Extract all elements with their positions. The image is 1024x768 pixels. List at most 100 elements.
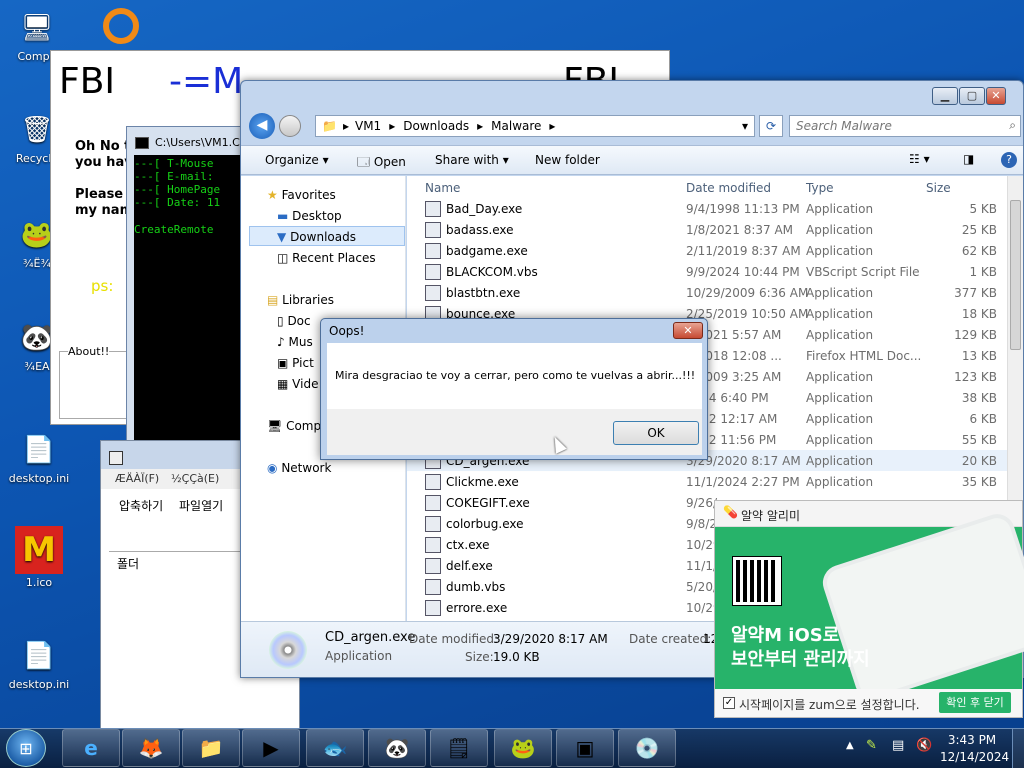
nav-music[interactable]: ♪ Mus xyxy=(277,335,313,349)
share-with-button[interactable]: Share with ▾ xyxy=(435,153,509,167)
minimize-button[interactable]: ▁ xyxy=(932,87,958,105)
col-date[interactable]: Date modified xyxy=(686,181,771,195)
ad-checkbox[interactable]: ✓ xyxy=(723,697,735,709)
nav-videos[interactable]: ▦ Vide xyxy=(277,377,318,391)
nav-label: Recent Places xyxy=(292,251,376,265)
back-button[interactable]: ◀ xyxy=(249,113,275,139)
taskbar-ie[interactable]: e xyxy=(62,729,120,767)
zip-menu-file[interactable]: ÆÄÀÏ(F) xyxy=(115,472,159,485)
taskbar-app-5[interactable]: 🐟 xyxy=(306,729,364,767)
nav-computer[interactable]: 🖥 Comp xyxy=(267,419,321,433)
show-desktop-button[interactable] xyxy=(1012,729,1024,768)
zip-open-button[interactable]: 파일열기 xyxy=(179,497,223,514)
nav-favorites[interactable]: ★ Favorites xyxy=(267,188,336,202)
dialog-close-button[interactable]: ✕ xyxy=(673,322,703,339)
nav-label: Pict xyxy=(292,356,314,370)
desktop-icon-desktopini-1[interactable]: 📄 desktop.ini xyxy=(4,430,74,485)
file-name: delf.exe xyxy=(446,558,493,573)
desktop-icon: ▬ xyxy=(277,209,289,223)
fbi-title-mid: -=M xyxy=(169,61,244,102)
details-modified-value: 3/29/2020 8:17 AM xyxy=(493,632,608,646)
taskbar-firefox[interactable]: 🦊 xyxy=(122,729,180,767)
nav-libraries[interactable]: ▤ Libraries xyxy=(267,293,334,307)
col-size[interactable]: Size xyxy=(926,181,951,195)
ad-checkbox-label[interactable]: 시작페이지를 zum으로 설정합니다. xyxy=(739,696,920,713)
ok-button[interactable]: OK xyxy=(613,421,699,445)
tray-network-icon[interactable]: ▤ xyxy=(892,738,904,753)
file-row[interactable]: Bad_Day.exe 9/4/1998 11:13 PM Application 5… xyxy=(407,198,1007,219)
taskbar-explorer[interactable]: 📁 xyxy=(182,729,240,767)
dialog-title: Oops! xyxy=(329,324,365,338)
oops-dialog[interactable]: Oops! ✕ Mira desgraciao te voy a cerrar,… xyxy=(320,318,708,460)
zip-menu-run[interactable]: ½ÇÇà(E) xyxy=(171,472,219,485)
folder-icon: 📁 xyxy=(198,736,224,760)
open-button[interactable]: 🗔 Open xyxy=(357,153,406,174)
file-row[interactable]: BLACKCOM.vbs 9/9/2024 10:44 PM VBScript Sc… xyxy=(407,261,1007,282)
close-button[interactable]: ✕ xyxy=(986,87,1006,105)
file-row[interactable]: Clickme.exe 11/1/2024 2:27 PM Application 3… xyxy=(407,471,1007,492)
start-button[interactable]: ⊞ xyxy=(6,729,46,767)
new-folder-button[interactable]: New folder xyxy=(535,153,600,167)
clock-date[interactable]: 12/14/2024 xyxy=(940,750,1009,764)
taskbar-cmd[interactable]: ▣ xyxy=(556,729,614,767)
col-type[interactable]: Type xyxy=(806,181,834,195)
help-icon[interactable]: ? xyxy=(1001,152,1017,168)
taskbar-panda[interactable]: 🐼 xyxy=(368,729,426,767)
tray-up-arrow-icon[interactable]: ▲ xyxy=(846,740,854,751)
tray-pen-icon[interactable]: ✎ xyxy=(866,738,877,753)
ad-banner[interactable]: 알약M iOS로 보안부터 관리까지 xyxy=(715,509,1024,705)
zip-compress-button[interactable]: 압축하기 xyxy=(119,497,163,514)
maximize-button[interactable]: ▢ xyxy=(959,87,985,105)
cmd-icon xyxy=(135,137,149,149)
file-size: 377 KB xyxy=(954,285,997,300)
desktop-icon-orange[interactable] xyxy=(103,8,139,44)
taskbar-cd[interactable]: 💿 xyxy=(618,729,676,767)
tray-volume-muted-icon[interactable]: 🔇 xyxy=(916,738,932,753)
file-type: Application xyxy=(806,201,874,216)
nav-pictures[interactable]: ▣ Pict xyxy=(277,356,314,370)
search-input[interactable]: Search Malware ⌕ xyxy=(789,115,1021,137)
taskbar-media[interactable]: ▶ xyxy=(242,729,300,767)
pictures-icon: ▣ xyxy=(277,356,289,370)
forward-button[interactable] xyxy=(279,115,301,137)
nav-network[interactable]: ◉ Network xyxy=(267,461,331,475)
ad-confirm-close-button[interactable]: 확인 후 닫기 xyxy=(939,692,1011,713)
computer-icon: 🖥 xyxy=(20,13,54,43)
view-options-icon[interactable]: ☷ ▾ xyxy=(909,152,930,166)
nav-downloads[interactable]: ▼ Downloads xyxy=(277,230,356,244)
clock-time[interactable]: 3:43 PM xyxy=(944,733,1000,747)
breadcrumb-malware[interactable]: Malware xyxy=(491,119,541,133)
file-row[interactable]: badass.exe 1/8/2021 8:37 AM Application 25 … xyxy=(407,219,1007,240)
file-icon xyxy=(425,200,441,217)
nav-documents[interactable]: ▯ Doc xyxy=(277,314,311,328)
file-name: ctx.exe xyxy=(446,537,490,552)
organize-button[interactable]: Organize ▾ xyxy=(265,153,329,167)
taskbar-frog[interactable]: 🐸 xyxy=(494,729,552,767)
file-row[interactable]: badgame.exe 2/11/2019 8:37 AM Application 6… xyxy=(407,240,1007,261)
refresh-button[interactable]: ⟳ xyxy=(759,115,783,137)
file-icon xyxy=(425,536,441,553)
cmd-console[interactable]: ---[ T-Mouse ---[ E-mail: ---[ HomePage … xyxy=(134,155,249,457)
nav-desktop[interactable]: ▬ Desktop xyxy=(277,209,342,223)
address-dropdown-icon[interactable]: ▾ xyxy=(742,119,748,133)
document-icon: ▯ xyxy=(277,314,284,328)
col-name[interactable]: Name xyxy=(425,181,460,195)
ad-title: 알약 알리미 xyxy=(741,509,801,523)
breadcrumb-downloads[interactable]: Downloads xyxy=(403,119,469,133)
nav-recent[interactable]: ◫ Recent Places xyxy=(277,251,376,265)
zip-col-folder[interactable]: 폴더 xyxy=(117,555,139,572)
file-type: Application xyxy=(806,411,874,426)
taskbar-app-7[interactable]: 🗒 xyxy=(430,729,488,767)
desktop-icon-mcdonalds[interactable]: M 1.ico xyxy=(4,526,74,589)
desktop-icon-desktopini-2[interactable]: 📄 desktop.ini xyxy=(4,636,74,691)
address-bar[interactable]: 📁 ▸ VM1 ▸ Downloads ▸ Malware ▸ ▾ xyxy=(315,115,755,137)
scrollbar-thumb[interactable] xyxy=(1010,200,1021,350)
dialog-footer: OK xyxy=(327,409,702,455)
breadcrumb-vm1[interactable]: VM1 xyxy=(355,119,381,133)
ad-popup[interactable]: 💊 알약 알리미 알약M iOS로 보안부터 관리까지 ✓ 시작페이지를 zum… xyxy=(714,500,1024,718)
cmd-window[interactable]: C:\Users\VM1.C ---[ T-Mouse ---[ E-mail:… xyxy=(126,126,249,464)
preview-pane-icon[interactable]: ◨ xyxy=(963,152,974,166)
frog-icon: 🐸 xyxy=(510,736,536,760)
file-row[interactable]: blastbtn.exe 10/29/2009 6:36 AM Applicatio… xyxy=(407,282,1007,303)
libraries-icon: ▤ xyxy=(267,293,279,307)
